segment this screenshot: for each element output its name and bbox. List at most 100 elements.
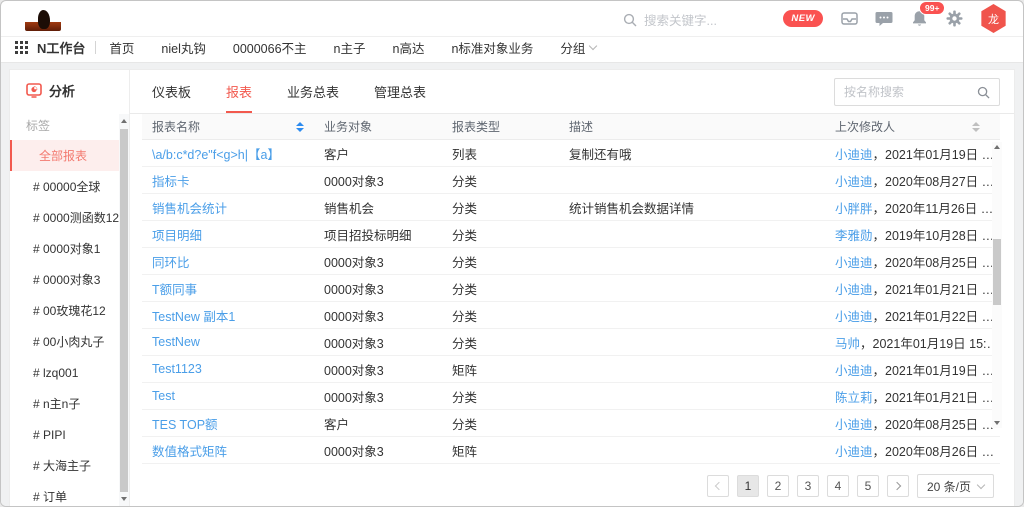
page-button-3[interactable]: 3 — [797, 475, 819, 497]
report-name-link[interactable]: T额同事 — [142, 279, 324, 298]
prev-page-button[interactable] — [707, 475, 729, 497]
nav-item-home[interactable]: 首页 — [109, 38, 134, 57]
sidebar-header: 分析 — [10, 70, 129, 110]
column-header-business-object[interactable]: 业务对象 — [324, 118, 452, 135]
sidebar-item-tag[interactable]: # 00玫瑰花12 — [10, 295, 129, 326]
report-name-link[interactable]: Test1123 — [142, 362, 324, 376]
page-button-1[interactable]: 1 — [737, 475, 759, 497]
table-row[interactable]: Test 0000对象3 分类 陈立莉，2021年01月21日 17:00 — [142, 383, 1000, 410]
nav-item-0000066[interactable]: 0000066不主 — [233, 38, 307, 57]
mail-icon[interactable] — [840, 10, 858, 28]
scrollbar-thumb[interactable] — [993, 239, 1001, 305]
nav-item-n-master[interactable]: n主子 — [334, 38, 366, 57]
column-header-report-name[interactable]: 报表名称 — [142, 118, 324, 135]
workspace-title[interactable]: N工作台 — [37, 38, 85, 57]
sidebar-item-tag[interactable]: # 订单 — [10, 481, 129, 506]
report-name-link[interactable]: 数值格式矩阵 — [142, 441, 324, 460]
sort-icon[interactable] — [296, 122, 304, 132]
nav-item-n-gaoda[interactable]: n高达 — [393, 38, 425, 57]
sidebar-item-all-reports[interactable]: 全部报表 — [10, 140, 129, 171]
modifier-link[interactable]: 李雅勋 — [835, 229, 873, 243]
report-name-link[interactable]: TestNew — [142, 335, 324, 349]
table-row[interactable]: 数值格式矩阵 0000对象3 矩阵 小迪迪，2020年08月26日 10:00 — [142, 437, 1000, 464]
report-search-input[interactable] — [844, 85, 977, 99]
modifier-link[interactable]: 小迪迪 — [835, 310, 873, 324]
sidebar-scrollbar[interactable] — [119, 114, 129, 506]
sidebar-item-tag[interactable]: # 00000全球 — [10, 171, 129, 202]
company-logo[interactable] — [25, 6, 61, 31]
modifier-link[interactable]: 小迪迪 — [835, 148, 873, 162]
page-size-select[interactable]: 20 条/页 — [917, 474, 994, 498]
modifier-link[interactable]: 马帅 — [835, 337, 860, 351]
page-button-2[interactable]: 2 — [767, 475, 789, 497]
avatar[interactable]: 龙 — [980, 4, 1007, 33]
cell-last-modified: 小迪迪，2021年01月19日 16:32 — [835, 144, 1000, 163]
table-scrollbar[interactable] — [992, 142, 1002, 428]
nav-item-niel[interactable]: niel丸钩 — [161, 38, 205, 57]
modifier-link[interactable]: 小迪迪 — [835, 364, 873, 378]
modifier-link[interactable]: 小迪迪 — [835, 175, 873, 189]
table-row[interactable]: 同环比 0000对象3 分类 小迪迪，2020年08月25日 02:20 — [142, 248, 1000, 275]
page-button-5[interactable]: 5 — [857, 475, 879, 497]
sidebar-item-tag[interactable]: # lzq001 — [10, 357, 129, 388]
sidebar-item-tag[interactable]: # PIPI — [10, 419, 129, 450]
modifier-link[interactable]: 小胖胖 — [835, 202, 873, 216]
table-row[interactable]: Test1123 0000对象3 矩阵 小迪迪，2021年01月19日 16:1… — [142, 356, 1000, 383]
scrollbar-thumb[interactable] — [120, 129, 128, 492]
next-page-button[interactable] — [887, 475, 909, 497]
report-name-link[interactable]: 销售机会统计 — [142, 198, 324, 217]
modifier-link[interactable]: 小迪迪 — [835, 283, 873, 297]
report-name-link[interactable]: Test — [142, 389, 324, 403]
sidebar-item-tag[interactable]: # 0000测函数123 — [10, 202, 129, 233]
modified-date: 2019年10月28日 14:10 — [885, 229, 1000, 243]
report-name-link[interactable]: TES TOP额 — [142, 414, 324, 433]
sidebar-item-tag[interactable]: # 00小肉丸子 — [10, 326, 129, 357]
cell-last-modified: 小迪迪，2020年08月26日 10:00 — [835, 441, 1000, 460]
chat-icon[interactable] — [875, 10, 893, 28]
nav-item-n-standard-object[interactable]: n标准对象业务 — [451, 38, 533, 57]
scroll-down-icon[interactable] — [992, 418, 1002, 428]
scroll-up-icon[interactable] — [119, 116, 129, 126]
table-row[interactable]: TestNew 副本1 0000对象3 分类 小迪迪，2021年01月22日 1… — [142, 302, 1000, 329]
sidebar-item-tag[interactable]: # 0000对象1 — [10, 233, 129, 264]
tab-reports[interactable]: 报表 — [226, 82, 252, 113]
table-row[interactable]: 销售机会统计 销售机会 分类 统计销售机会数据详情 小胖胖，2020年11月26… — [142, 194, 1000, 221]
sidebar-item-tag[interactable]: # n主n子 — [10, 388, 129, 419]
app-launcher-icon[interactable] — [15, 41, 28, 54]
column-header-last-modified[interactable]: 上次修改人 — [835, 118, 1000, 135]
column-header-report-type[interactable]: 报表类型 — [452, 118, 569, 135]
tab-management-summary[interactable]: 管理总表 — [374, 82, 426, 113]
table-row[interactable]: 指标卡 0000对象3 分类 小迪迪，2020年08月27日 14:39 — [142, 167, 1000, 194]
scroll-down-icon[interactable] — [119, 494, 129, 504]
tab-business-summary[interactable]: 业务总表 — [287, 82, 339, 113]
table-row[interactable]: TES TOP额 客户 分类 小迪迪，2020年08月25日 03:14 — [142, 410, 1000, 437]
sidebar-item-tag[interactable]: # 大海主子 — [10, 450, 129, 481]
nav-group-dropdown[interactable]: 分组 — [560, 38, 596, 57]
table-row[interactable]: TestNew 0000对象3 分类 马帅，2021年01月19日 15:58 — [142, 329, 1000, 356]
column-header-description[interactable]: 描述 — [569, 118, 835, 135]
modifier-link[interactable]: 小迪迪 — [835, 256, 873, 270]
table-row[interactable]: T额同事 0000对象3 分类 小迪迪，2021年01月21日 10:35 — [142, 275, 1000, 302]
modifier-link[interactable]: 陈立莉 — [835, 391, 873, 405]
page-button-4[interactable]: 4 — [827, 475, 849, 497]
scroll-up-icon[interactable] — [992, 142, 1002, 152]
modifier-link[interactable]: 小迪迪 — [835, 418, 873, 432]
tab-dashboard[interactable]: 仪表板 — [152, 82, 191, 113]
sort-icon[interactable] — [972, 122, 980, 132]
table-row[interactable]: 项目明细 项目招投标明细 分类 李雅勋，2019年10月28日 14:10 — [142, 221, 1000, 248]
report-name-link[interactable]: TestNew 副本1 — [142, 306, 324, 325]
notifications-bell-icon[interactable]: 99+ — [910, 10, 928, 28]
new-badge[interactable]: NEW — [783, 10, 823, 27]
report-name-link[interactable]: 同环比 — [142, 252, 324, 271]
report-name-link[interactable]: 指标卡 — [142, 171, 324, 190]
analysis-chart-icon — [26, 83, 42, 98]
sidebar-item-tag[interactable]: # 0000对象3 — [10, 264, 129, 295]
modifier-link[interactable]: 小迪迪 — [835, 445, 873, 459]
report-name-link[interactable]: 项目明细 — [142, 225, 324, 244]
settings-gear-icon[interactable] — [945, 10, 963, 28]
cell-report-type: 分类 — [452, 225, 569, 244]
table-row[interactable]: \a/b:c*d?e"f<g>h|【a】 客户 列表 复制还有哦 小迪迪，202… — [142, 140, 1000, 167]
global-search[interactable]: 搜索关键字... — [623, 10, 717, 29]
report-name-link[interactable]: \a/b:c*d?e"f<g>h|【a】 — [142, 144, 324, 163]
report-search-box[interactable] — [834, 78, 1000, 106]
